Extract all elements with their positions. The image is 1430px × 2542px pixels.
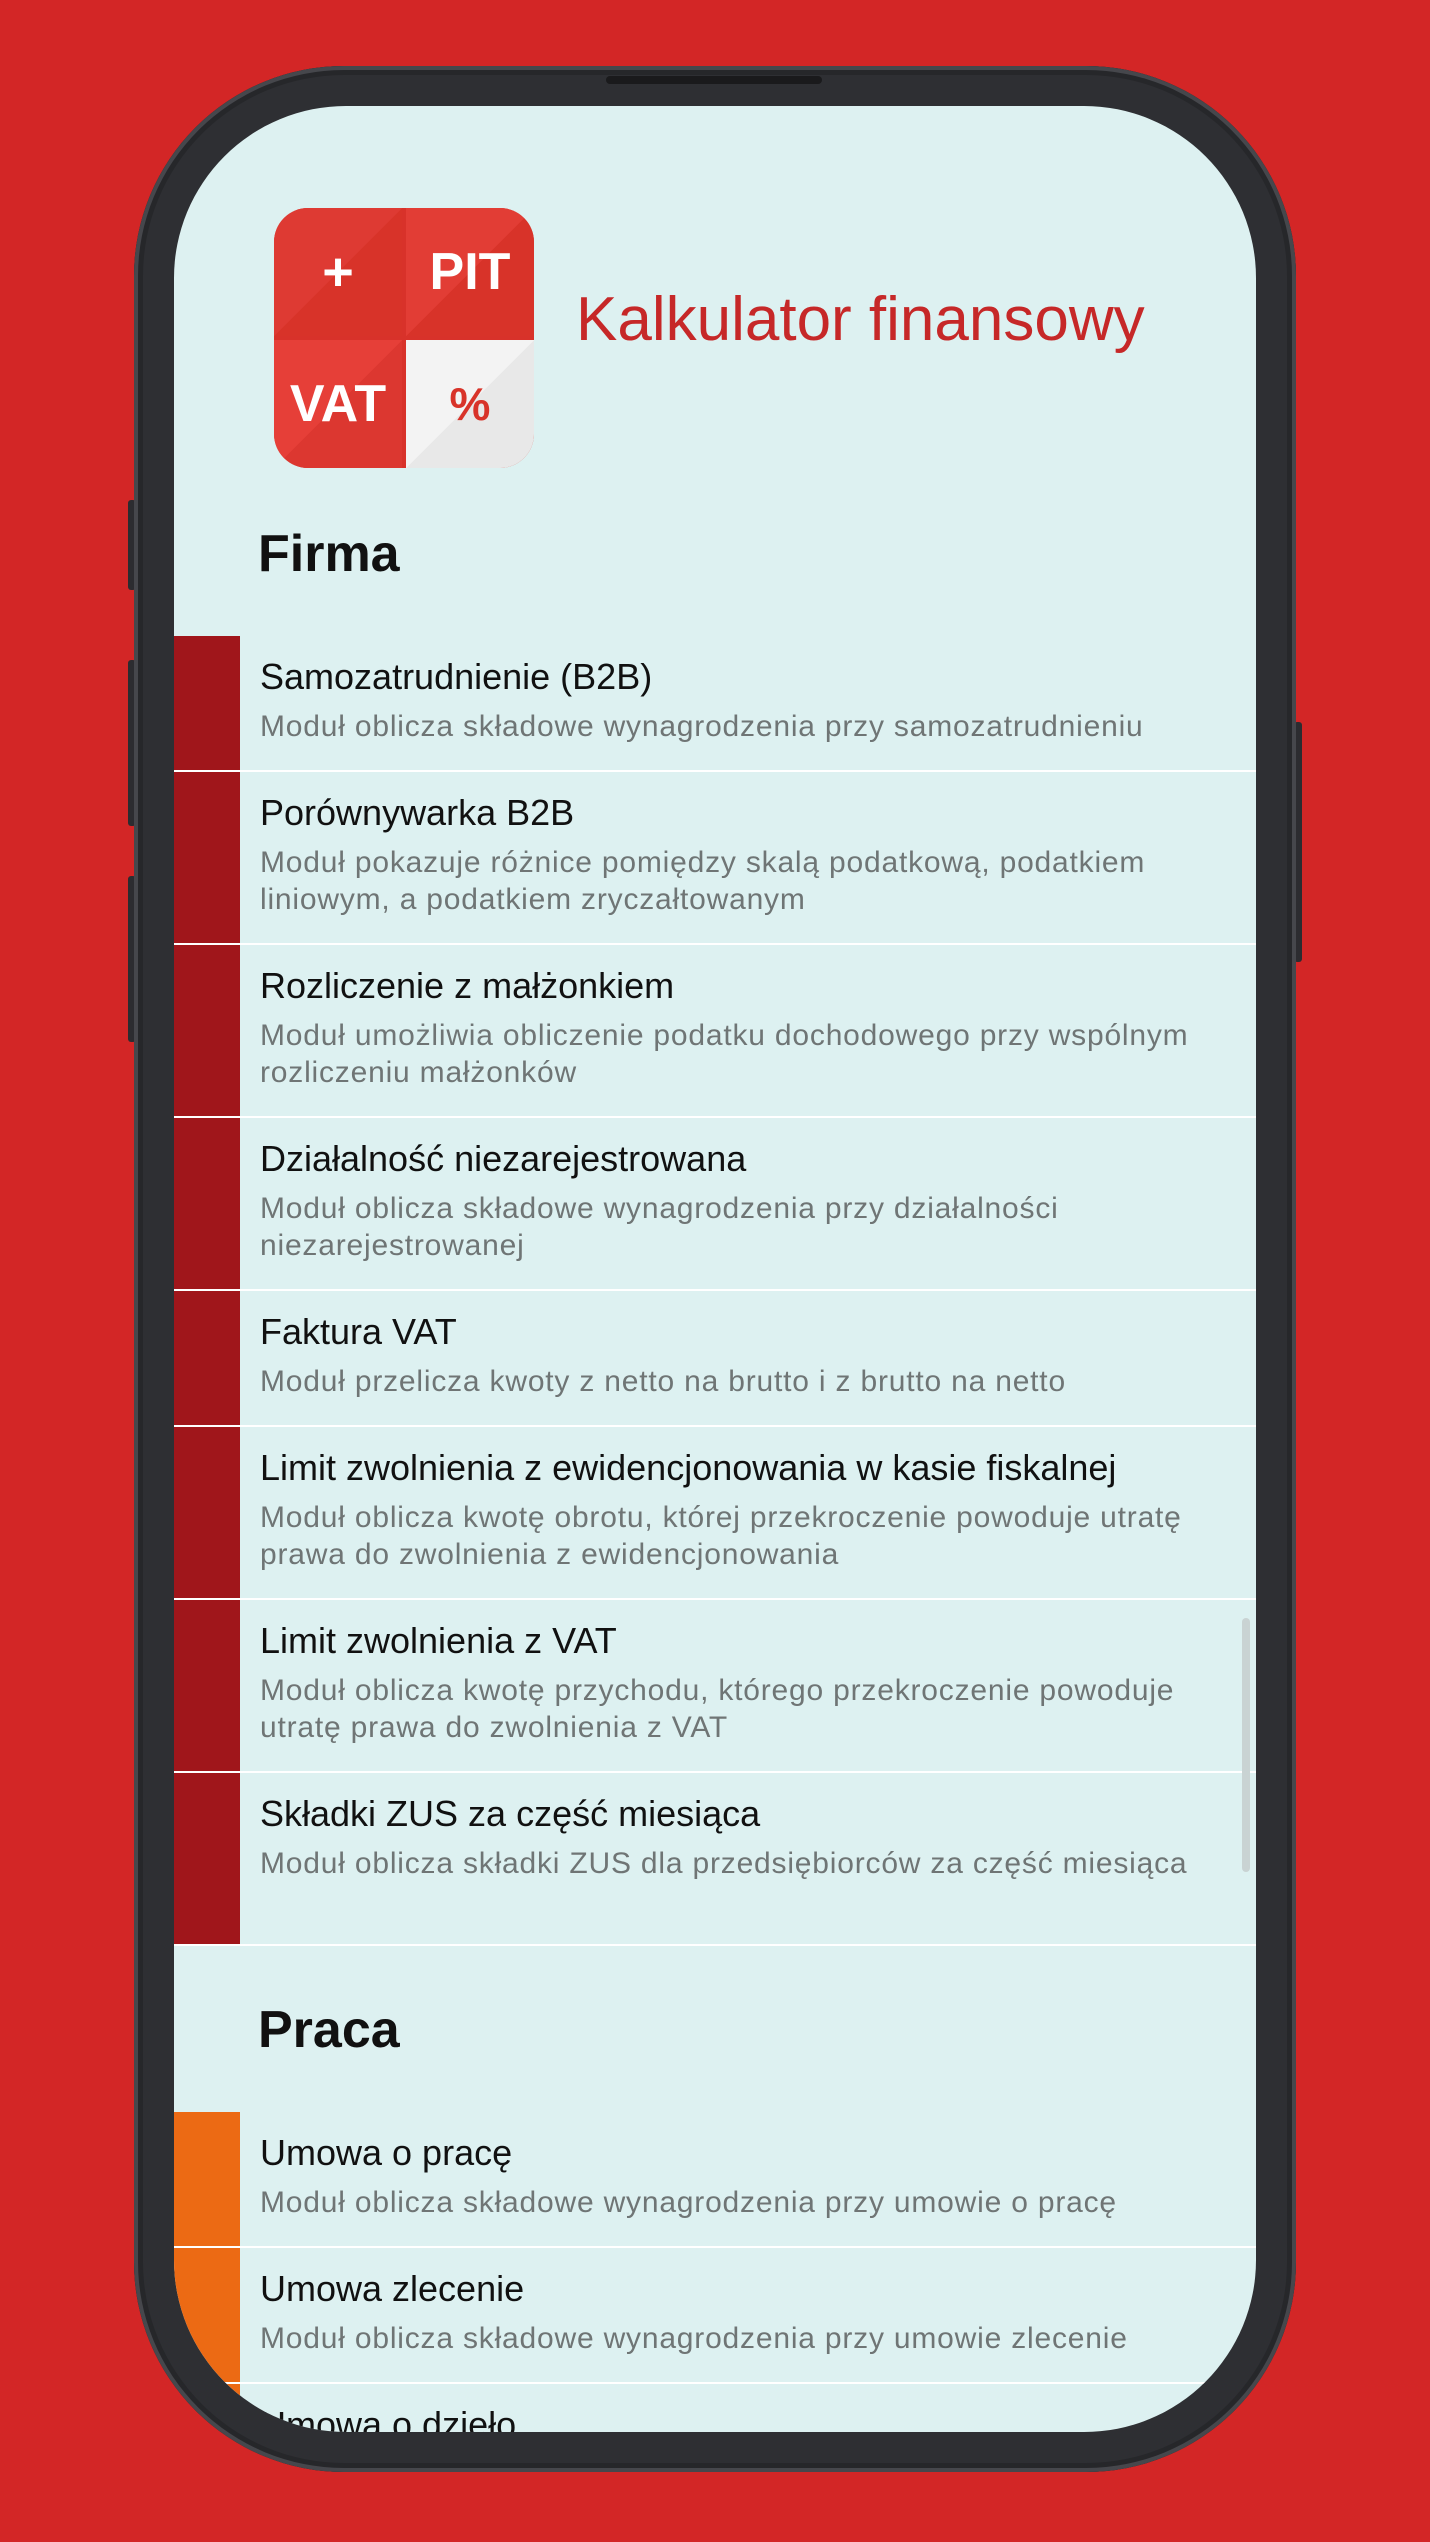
item-title: Rozliczenie z małżonkiem [260,965,675,1006]
category-bar [174,945,240,1116]
item-title: Faktura VAT [260,1311,457,1352]
category-bar [174,1600,240,1771]
item-title: Umowa o pracę [260,2132,513,2173]
item-description: Moduł oblicza składowe wynagrodzenia prz… [260,1192,1059,1262]
category-bar [174,1427,240,1598]
app-header: + PIT VAT % Kalkulator finansowy [174,106,1256,536]
item-description: Moduł oblicza składowe wynagrodzenia prz… [260,2186,1117,2219]
logo-vat: VAT [274,340,402,468]
category-bar [174,1291,240,1425]
list-item-dzialalnosc-niezarejestrowana[interactable]: Działalność niezarejestrowana Moduł obli… [174,1118,1256,1291]
item-description: Moduł przelicza kwoty z netto na brutto … [260,1365,1066,1398]
category-bar [174,2112,240,2246]
item-title: Umowa o dzieło [260,2404,517,2432]
category-bar [174,1773,240,1944]
item-title: Działalność niezarejestrowana [260,1138,747,1179]
category-bar [174,2384,240,2432]
item-title: Samozatrudnienie (B2B) [260,656,653,697]
app-title: Kalkulator finansowy [576,285,1145,354]
logo-plus: + [274,208,402,336]
item-title: Porównywarka B2B [260,792,575,833]
item-title: Limit zwolnienia z VAT [260,1620,617,1661]
section-title-firma: Firma [258,525,400,583]
list-item-rozliczenie-z-malzonkiem[interactable]: Rozliczenie z małżonkiem Moduł umożliwia… [174,945,1256,1118]
list-item-limit-kasa-fiskalna[interactable]: Limit zwolnienia z ewidencjonowania w ka… [174,1427,1256,1600]
app-logo: + PIT VAT % [274,208,534,468]
item-description: Moduł oblicza kwotę obrotu, której przek… [260,1501,1182,1571]
item-title: Składki ZUS za część miesiąca [260,1793,761,1834]
item-description: Moduł oblicza kwotę przychodu, którego p… [260,1674,1175,1744]
item-description: Moduł oblicza składowe wynagrodzenia prz… [260,2322,1128,2355]
list-item-samozatrudnienie[interactable]: Samozatrudnienie (B2B) Moduł oblicza skł… [174,636,1256,772]
category-bar [174,2248,240,2382]
item-title: Limit zwolnienia z ewidencjonowania w ka… [260,1447,1117,1488]
item-title: Umowa zlecenie [260,2268,525,2309]
phone-frame: + PIT VAT % Kalkulator finansowy Firma S… [134,66,1296,2472]
app-screen: + PIT VAT % Kalkulator finansowy Firma S… [174,106,1256,2432]
item-description: Moduł pokazuje różnice pomiędzy skalą po… [260,846,1146,916]
item-description: Moduł umożliwia obliczenie podatku docho… [260,1019,1189,1089]
list-item-umowa-zlecenie[interactable]: Umowa zlecenie Moduł oblicza składowe wy… [174,2248,1256,2384]
list-item-limit-vat[interactable]: Limit zwolnienia z VAT Moduł oblicza kwo… [174,1600,1256,1773]
list-item-umowa-o-prace[interactable]: Umowa o pracę Moduł oblicza składowe wyn… [174,2112,1256,2248]
list-item-porownywarka-b2b[interactable]: Porównywarka B2B Moduł pokazuje różnice … [174,772,1256,945]
list-item-faktura-vat[interactable]: Faktura VAT Moduł przelicza kwoty z nett… [174,1291,1256,1427]
item-description: Moduł oblicza składowe wynagrodzenia prz… [260,710,1144,743]
scrollbar-thumb[interactable] [1242,1618,1250,1872]
section-title-praca: Praca [258,2001,400,2059]
logo-pit: PIT [406,208,534,336]
list-item-skladki-zus[interactable]: Składki ZUS za część miesiąca Moduł obli… [174,1773,1256,1946]
category-bar [174,1118,240,1289]
list-item-umowa-o-dzielo[interactable]: Umowa o dzieło [174,2384,1256,2432]
logo-percent: % [406,340,534,468]
category-bar [174,636,240,770]
category-bar [174,772,240,943]
item-description: Moduł oblicza składki ZUS dla przedsiębi… [260,1847,1188,1880]
speaker-grille [606,76,822,84]
